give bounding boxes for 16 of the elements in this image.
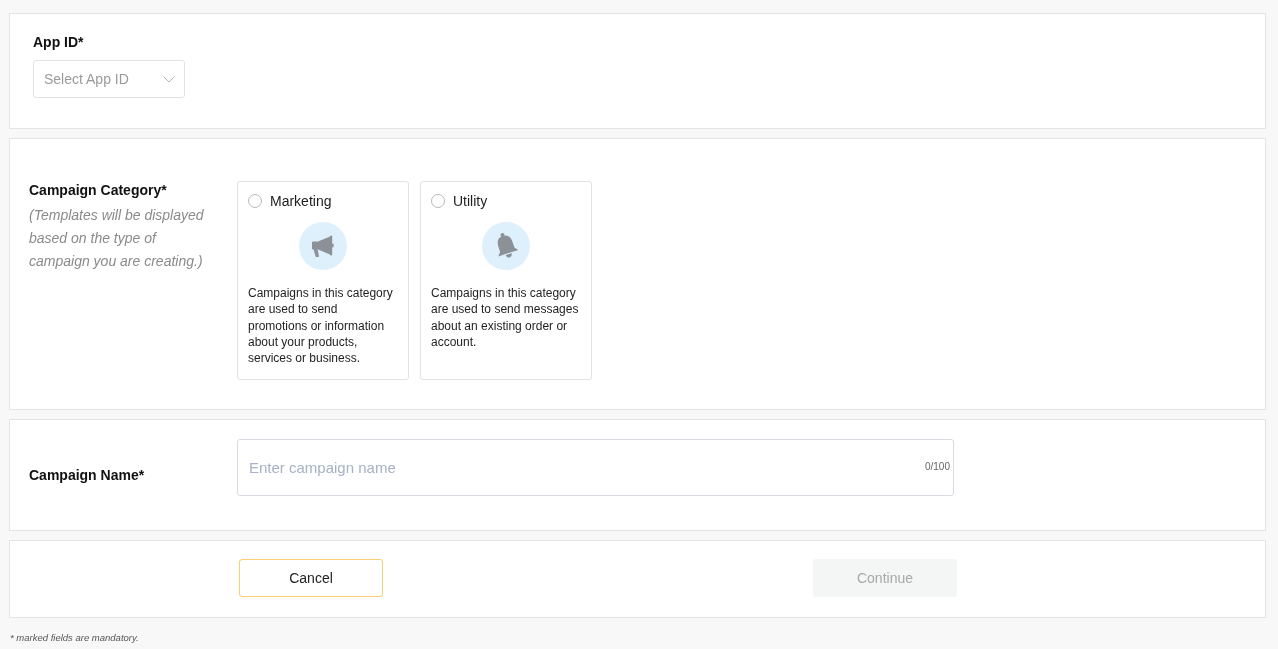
category-option-card[interactable]: Marketing Campaigns in this category are used to send promotions or information about your products, services or business. (237, 181, 409, 380)
field-hint: (Templates will be displayed based on the type of campaign you are creating.) (29, 206, 205, 271)
cancel-button[interactable]: Cancel (239, 559, 383, 597)
category-option-card[interactable]: Utility Campaigns in this category are used to send messages about an existing order or account. (420, 181, 592, 380)
option-description: Campaigns in this category are used to send promotions or information about your products, services or business. (248, 285, 394, 367)
field-label: Campaign Name* (29, 467, 145, 483)
footnote: * marked fields are mandatory. (10, 632, 139, 643)
character-counter: 0/100 (924, 461, 950, 472)
field-label: Campaign Category* (29, 182, 167, 198)
field-label: App ID* (33, 34, 84, 50)
megaphone-icon (299, 222, 347, 270)
option-description: Campaigns in this category are used to send messages about an existing order or account. (431, 285, 580, 351)
option-label: Utility (453, 193, 488, 209)
chevron-down-icon (163, 75, 175, 83)
option-label: Marketing (270, 193, 332, 209)
bell-icon (482, 222, 530, 270)
